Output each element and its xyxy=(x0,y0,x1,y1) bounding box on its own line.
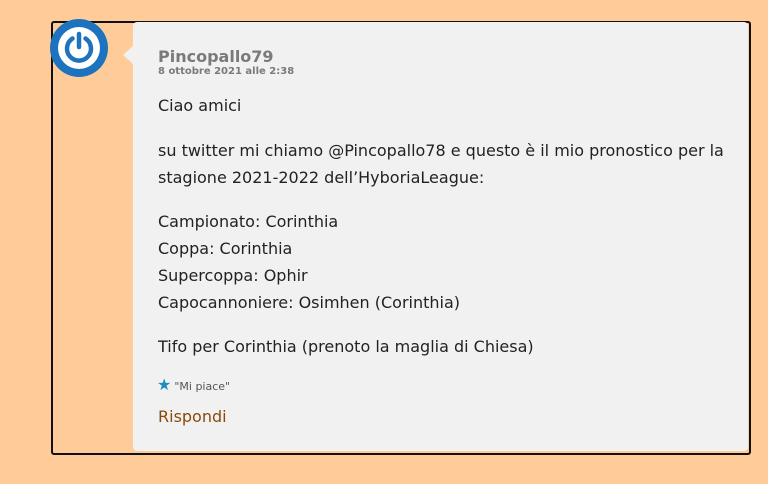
power-icon xyxy=(58,27,100,69)
comment-intro-line-1: su twitter mi chiamo @Pincopallo78 e que… xyxy=(158,141,724,160)
like-button[interactable]: ★ "Mi piace" xyxy=(157,376,230,393)
star-icon: ★ xyxy=(157,374,172,394)
prediction-line: Campionato: Corinthia xyxy=(158,212,339,231)
prediction-line: Supercoppa: Ophir xyxy=(158,266,308,285)
prediction-line: Capocannoniere: Osimhen (Corinthia) xyxy=(158,293,461,312)
comment-date[interactable]: 8 ottobre 2021 alle 2:38 xyxy=(158,66,294,77)
comment-greeting: Ciao amici xyxy=(158,96,242,115)
comment-author[interactable]: Pincopallo79 xyxy=(158,47,274,66)
comment-closing: Tifo per Corinthia (prenoto la maglia di… xyxy=(158,337,534,356)
avatar[interactable] xyxy=(50,19,108,77)
comment-intro-line-2: stagione 2021-2022 dell’HyboriaLeague: xyxy=(158,168,485,187)
prediction-line: Coppa: Corinthia xyxy=(158,239,293,258)
reply-link[interactable]: Rispondi xyxy=(158,407,227,426)
like-label: "Mi piace" xyxy=(174,380,231,393)
